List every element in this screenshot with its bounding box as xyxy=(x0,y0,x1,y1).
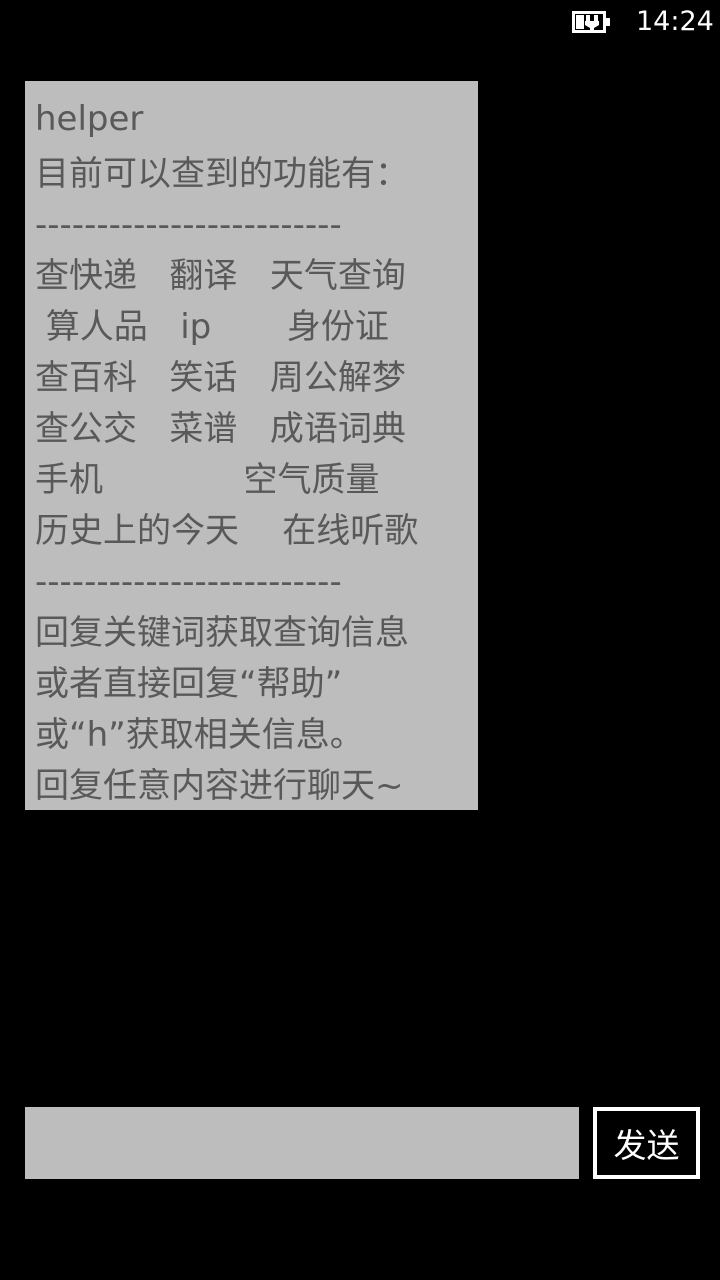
message-line: 算人品 ip 身份证 xyxy=(35,307,389,347)
battery-charging-icon xyxy=(572,11,610,33)
message-line: 回复关键词获取查询信息 xyxy=(35,613,409,653)
message-divider: ------------------------- xyxy=(35,562,342,602)
message-line: 或“h”获取相关信息。 xyxy=(35,715,364,755)
status-bar: 14:24 xyxy=(0,0,720,46)
send-button[interactable]: 发送 xyxy=(593,1107,700,1179)
message-input[interactable] xyxy=(25,1107,579,1179)
message-line: 查公交 菜谱 成语词典 xyxy=(35,409,406,449)
message-line: 或者直接回复“帮助” xyxy=(35,664,343,704)
message-line: 查快递 翻译 天气查询 xyxy=(35,256,406,296)
message-line: 查百科 笑话 周公解梦 xyxy=(35,358,406,398)
message-divider: ------------------------- xyxy=(35,205,342,245)
status-time: 14:24 xyxy=(636,6,714,37)
message-line: 历史上的今天 在线听歌 xyxy=(35,511,419,551)
message-line: 目前可以查到的功能有： xyxy=(35,154,409,194)
message-sender: helper xyxy=(35,99,144,139)
message-bubble: helper 目前可以查到的功能有： ---------------------… xyxy=(25,81,478,810)
message-line: 手机 空气质量 xyxy=(35,460,380,500)
message-line: 回复任意内容进行聊天~ xyxy=(35,766,404,806)
